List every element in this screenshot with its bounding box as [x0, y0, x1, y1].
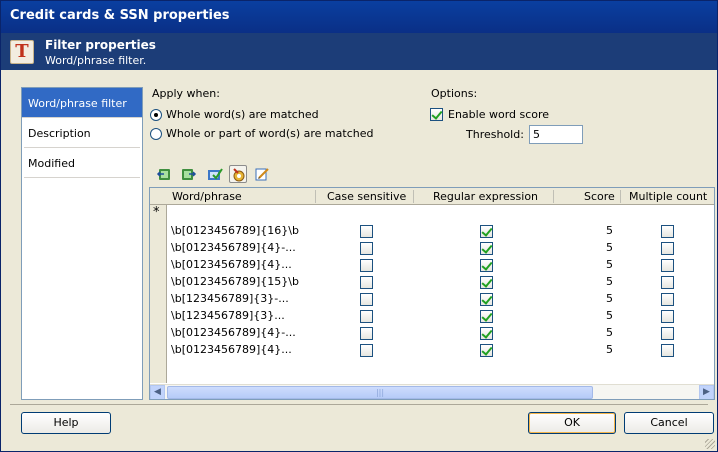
- header-subtitle: Word/phrase filter.: [45, 54, 147, 67]
- score-cell[interactable]: 5: [606, 224, 613, 241]
- case-sensitive-checkbox[interactable]: [360, 276, 373, 289]
- regular-expression-checkbox[interactable]: [480, 225, 493, 238]
- nav-item-label: Word/phrase filter: [28, 97, 127, 110]
- score-cell[interactable]: 5: [606, 343, 613, 360]
- word-phrase-grid: Word/phrase Case sensitive Regular expre…: [149, 187, 715, 400]
- multiple-count-checkbox[interactable]: [661, 259, 674, 272]
- radio-whole-word[interactable]: [150, 109, 162, 121]
- score-cell[interactable]: 5: [606, 258, 613, 275]
- score-cell[interactable]: 5: [606, 309, 613, 326]
- left-navigation: Word/phrase filter Description Modified: [21, 87, 143, 400]
- column-header-score[interactable]: Score: [584, 190, 615, 203]
- regular-expression-checkbox[interactable]: [480, 242, 493, 255]
- score-cell[interactable]: 5: [606, 241, 613, 258]
- multiple-count-checkbox[interactable]: [661, 327, 674, 340]
- nav-item-label: Modified: [28, 157, 75, 170]
- row-header-column: [150, 205, 167, 383]
- text-filter-icon: T: [10, 40, 34, 64]
- column-header-case-sensitive[interactable]: Case sensitive: [327, 190, 406, 203]
- apply-when-label: Apply when:: [152, 87, 220, 100]
- score-cell[interactable]: 5: [606, 292, 613, 309]
- regular-expression-checkbox[interactable]: [480, 327, 493, 340]
- word-phrase-cell[interactable]: \b[0123456789]{4}-...: [171, 241, 296, 258]
- scroll-left-icon[interactable]: ◀: [150, 385, 165, 399]
- threshold-input[interactable]: [529, 125, 583, 144]
- nav-item-modified[interactable]: Modified: [24, 148, 140, 178]
- import-icon[interactable]: [156, 165, 174, 183]
- case-sensitive-checkbox[interactable]: [360, 242, 373, 255]
- regular-expression-checkbox[interactable]: [480, 344, 493, 357]
- options-label: Options:: [431, 87, 478, 100]
- case-sensitive-checkbox[interactable]: [360, 310, 373, 323]
- nav-item-word-phrase-filter[interactable]: Word/phrase filter: [22, 88, 142, 118]
- word-phrase-cell[interactable]: \b[0123456789]{4}...: [171, 343, 292, 360]
- case-sensitive-checkbox[interactable]: [360, 259, 373, 272]
- resize-grip-icon[interactable]: [705, 439, 715, 449]
- grid-header: Word/phrase Case sensitive Regular expre…: [150, 188, 714, 205]
- case-sensitive-checkbox[interactable]: [360, 293, 373, 306]
- ok-button[interactable]: OK: [528, 412, 616, 434]
- regular-expression-checkbox[interactable]: [480, 310, 493, 323]
- new-row-marker[interactable]: *: [153, 205, 160, 222]
- multiple-count-checkbox[interactable]: [661, 344, 674, 357]
- multiple-count-checkbox[interactable]: [661, 225, 674, 238]
- window-title: Credit cards & SSN properties: [10, 8, 230, 23]
- filter-header: T Filter properties Word/phrase filter.: [1, 33, 717, 70]
- scroll-thumb[interactable]: |||: [167, 386, 593, 399]
- case-sensitive-checkbox[interactable]: [360, 344, 373, 357]
- word-phrase-cell[interactable]: \b[0123456789]{4}...: [171, 258, 292, 275]
- multiple-count-checkbox[interactable]: [661, 293, 674, 306]
- score-cell[interactable]: 5: [606, 326, 613, 343]
- help-button[interactable]: Help: [21, 412, 111, 434]
- enable-word-score-label[interactable]: Enable word score: [448, 108, 549, 121]
- word-phrase-cell[interactable]: \b[0123456789]{4}-...: [171, 326, 296, 343]
- nav-item-description[interactable]: Description: [24, 118, 140, 148]
- regular-expression-checkbox[interactable]: [480, 259, 493, 272]
- word-phrase-cell[interactable]: \b[0123456789]{16}\b: [171, 224, 299, 241]
- case-sensitive-checkbox[interactable]: [360, 225, 373, 238]
- window-titlebar[interactable]: Credit cards & SSN properties: [1, 1, 717, 33]
- radio-whole-word-label[interactable]: Whole word(s) are matched: [166, 108, 319, 121]
- horizontal-scrollbar[interactable]: ◀ ||| ▶: [150, 384, 714, 399]
- regular-expression-checkbox[interactable]: [480, 276, 493, 289]
- column-header-word-phrase[interactable]: Word/phrase: [172, 190, 242, 203]
- word-phrase-cell[interactable]: \b[123456789]{3}-...: [171, 292, 289, 309]
- regular-expression-checkbox[interactable]: [480, 293, 493, 306]
- multiple-count-checkbox[interactable]: [661, 276, 674, 289]
- radio-whole-or-part[interactable]: [150, 128, 162, 140]
- properties-dialog: Credit cards & SSN properties T Filter p…: [0, 0, 718, 452]
- footer-separator: [10, 404, 708, 405]
- multiple-count-checkbox[interactable]: [661, 242, 674, 255]
- threshold-label: Threshold:: [466, 128, 524, 141]
- word-phrase-cell[interactable]: \b[123456789]{3}...: [171, 309, 285, 326]
- filter-settings-icon[interactable]: [229, 165, 247, 183]
- cancel-button[interactable]: Cancel: [624, 412, 714, 434]
- radio-whole-or-part-label[interactable]: Whole or part of word(s) are matched: [166, 127, 373, 140]
- multiple-count-checkbox[interactable]: [661, 310, 674, 323]
- validate-icon[interactable]: [206, 165, 224, 183]
- export-icon[interactable]: [179, 165, 197, 183]
- score-cell[interactable]: 5: [606, 275, 613, 292]
- word-phrase-cell[interactable]: \b[0123456789]{15}\b: [171, 275, 299, 292]
- column-header-multiple-count[interactable]: Multiple count: [629, 190, 707, 203]
- scroll-right-icon[interactable]: ▶: [699, 385, 714, 399]
- enable-word-score-checkbox[interactable]: [430, 108, 443, 121]
- edit-icon[interactable]: [253, 165, 271, 183]
- nav-item-label: Description: [28, 127, 91, 140]
- column-header-regular-expression[interactable]: Regular expression: [433, 190, 538, 203]
- header-title: Filter properties: [45, 38, 156, 52]
- case-sensitive-checkbox[interactable]: [360, 327, 373, 340]
